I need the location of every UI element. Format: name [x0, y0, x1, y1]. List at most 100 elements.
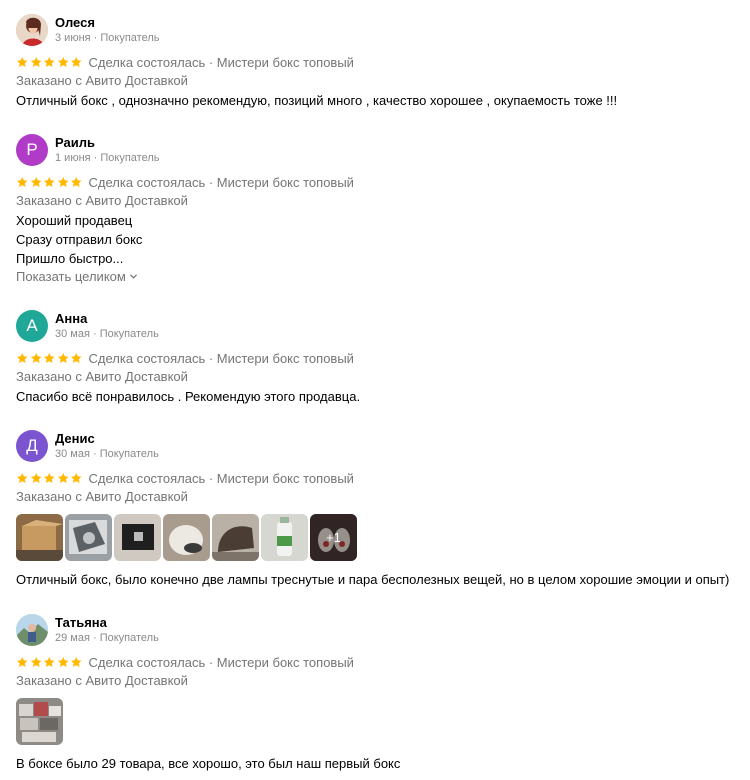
- star-icon: [43, 56, 55, 67]
- deal-status: Сделка состоялась · Мистери бокс топовый: [88, 350, 354, 366]
- review-date: 29 мая: [55, 632, 90, 644]
- star-icon: [57, 176, 69, 187]
- star-icon: [57, 352, 69, 363]
- star-icon: [43, 472, 55, 483]
- star-icon: [70, 56, 82, 67]
- rating-stars: [16, 352, 83, 365]
- rating-stars: [16, 176, 83, 189]
- review-text-line: Отличный бокс, было конечно две лампы тр…: [16, 572, 730, 587]
- show-full-label: Показать целиком: [16, 269, 126, 284]
- star-icon: [16, 56, 28, 67]
- star-icon: [30, 472, 42, 483]
- reviewer-name[interactable]: Раиль: [55, 135, 95, 150]
- chevron-down-icon: [129, 274, 137, 279]
- star-icon: [16, 656, 28, 667]
- review-text-line: Сразу отправил бокс: [16, 232, 143, 247]
- delivery-note: Заказано с Авито Доставкой: [16, 673, 188, 688]
- reviewer-role: Покупатель: [99, 328, 159, 340]
- reviewer-role: Покупатель: [99, 448, 159, 460]
- star-icon: [70, 176, 82, 187]
- delivery-note: Заказано с Авито Доставкой: [16, 193, 188, 208]
- star-icon: [16, 176, 28, 187]
- review-text-line: Пришло быстро...: [16, 251, 124, 266]
- review-text: В боксе было 29 товара, все хорошо, это …: [16, 754, 746, 773]
- review-card: А Анна 30 мая · Покупатель Сделка состоя…: [16, 310, 746, 406]
- review-text-line: В боксе было 29 товара, все хорошо, это …: [16, 756, 401, 771]
- review-photo[interactable]: [16, 514, 63, 561]
- star-icon: [57, 472, 69, 483]
- reviewer-role: Покупатель: [100, 32, 160, 44]
- star-icon: [30, 656, 42, 667]
- avatar-photo: [16, 614, 48, 646]
- review-text: Спасибо всё понравилось . Рекомендую это…: [16, 387, 746, 406]
- review-text-line: Отличный бокс , однозначно рекомендую, п…: [16, 93, 618, 108]
- star-icon: [43, 176, 55, 187]
- star-icon: [70, 656, 82, 667]
- avatar-photo: [16, 14, 48, 46]
- review-photo[interactable]: [114, 514, 161, 561]
- star-icon: [43, 352, 55, 363]
- rating-stars: [16, 472, 83, 485]
- avatar[interactable]: Д: [16, 430, 48, 462]
- star-icon: [16, 352, 28, 363]
- avatar-letter: Д: [26, 436, 38, 455]
- review-text: Хороший продавец Сразу отправил бокс При…: [16, 211, 746, 268]
- reviewer-name[interactable]: Татьяна: [55, 615, 107, 630]
- review-date: 30 мая: [55, 328, 90, 340]
- star-icon: [30, 176, 42, 187]
- review-card: Олеся 3 июня · Покупатель Сделка состоял…: [16, 14, 746, 110]
- show-full-button[interactable]: Показать целиком: [16, 269, 746, 284]
- star-icon: [30, 352, 42, 363]
- more-photos-count: +1: [326, 530, 341, 545]
- review-meta: 3 июня · Покупатель: [55, 32, 160, 44]
- reviewer-name[interactable]: Денис: [55, 431, 95, 446]
- review-date: 30 мая: [55, 448, 90, 460]
- review-photo[interactable]: [163, 514, 210, 561]
- review-meta: 29 мая · Покупатель: [55, 632, 159, 644]
- review-text-line: Спасибо всё понравилось . Рекомендую это…: [16, 389, 361, 404]
- review-card: Татьяна 29 мая · Покупатель Сделка состо…: [16, 614, 746, 773]
- review-meta: 30 мая · Покупатель: [55, 328, 159, 340]
- review-text: Отличный бокс , однозначно рекомендую, п…: [16, 91, 746, 110]
- reviewer-name[interactable]: Олеся: [55, 15, 95, 30]
- avatar[interactable]: [16, 614, 48, 646]
- review-photos: +1: [16, 514, 746, 561]
- review-photo[interactable]: [212, 514, 259, 561]
- rating-stars: [16, 56, 83, 69]
- delivery-note: Заказано с Авито Доставкой: [16, 73, 188, 88]
- deal-status: Сделка состоялась · Мистери бокс топовый: [88, 654, 354, 670]
- review-meta: 1 июня · Покупатель: [55, 152, 160, 164]
- review-card: Д Денис 30 мая · Покупатель Сделка состо…: [16, 430, 746, 589]
- review-date: 1 июня: [55, 152, 91, 164]
- avatar-letter: Р: [26, 140, 38, 159]
- review-photo[interactable]: [16, 698, 63, 745]
- star-icon: [30, 56, 42, 67]
- avatar[interactable]: Р: [16, 134, 48, 166]
- star-icon: [70, 352, 82, 363]
- review-text: Отличный бокс, было конечно две лампы тр…: [16, 570, 746, 589]
- review-card: Р Раиль 1 июня · Покупатель Сделка состо…: [16, 134, 746, 284]
- reviewer-role: Покупатель: [100, 152, 160, 164]
- review-photo[interactable]: [261, 514, 308, 561]
- more-photos-button[interactable]: +1: [310, 514, 357, 561]
- avatar-letter: А: [26, 316, 38, 335]
- reviewer-name[interactable]: Анна: [55, 311, 87, 326]
- star-icon: [16, 472, 28, 483]
- delivery-note: Заказано с Авито Доставкой: [16, 369, 188, 384]
- review-date: 3 июня: [55, 32, 91, 44]
- star-icon: [70, 472, 82, 483]
- review-text-line: Хороший продавец: [16, 213, 133, 228]
- deal-status: Сделка состоялась · Мистери бокс топовый: [88, 174, 354, 190]
- rating-stars: [16, 656, 83, 669]
- review-photo[interactable]: [65, 514, 112, 561]
- avatar[interactable]: А: [16, 310, 48, 342]
- star-icon: [57, 56, 69, 67]
- avatar[interactable]: [16, 14, 48, 46]
- reviewer-role: Покупатель: [99, 632, 159, 644]
- deal-status: Сделка состоялась · Мистери бокс топовый: [88, 54, 354, 70]
- star-icon: [43, 656, 55, 667]
- star-icon: [57, 656, 69, 667]
- deal-status: Сделка состоялась · Мистери бокс топовый: [88, 470, 354, 486]
- review-photos: [16, 698, 746, 745]
- delivery-note: Заказано с Авито Доставкой: [16, 489, 188, 504]
